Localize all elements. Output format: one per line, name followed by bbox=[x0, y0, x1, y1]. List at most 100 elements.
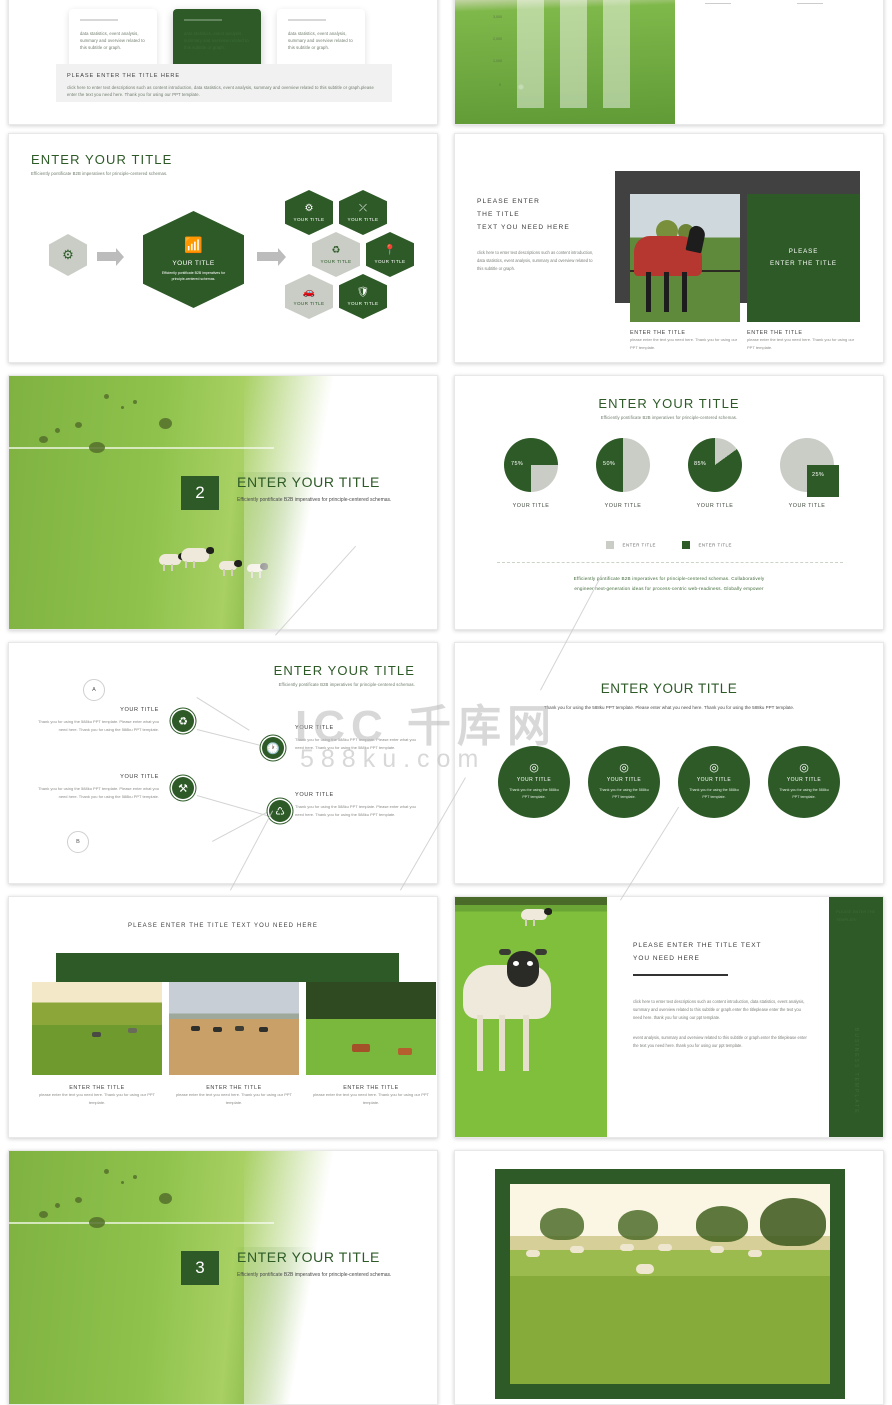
node-hex-4[interactable]: 📍 YOUR TITLE bbox=[366, 232, 414, 277]
pie-chart-25: 25% bbox=[780, 438, 839, 497]
slide-thumbnail-bar-and-donuts[interactable]: 6,000 5,000 4,000 3,000 2,000 1,000 0 4,… bbox=[454, 0, 884, 125]
pie-label: YOUR TITLE bbox=[788, 503, 826, 509]
circle-item-1[interactable]: ◎ YOUR TITLE Thank you for using the 588… bbox=[498, 746, 570, 818]
marker-label: A bbox=[92, 687, 96, 693]
donut-item[interactable]: 标题数本等都可以通过点击和重新输入进行更改 bbox=[687, 0, 749, 5]
marker-a[interactable]: A bbox=[83, 679, 105, 701]
caption-body: please enter the text you need here. Tha… bbox=[39, 1092, 155, 1105]
divider bbox=[705, 3, 731, 5]
page-title: ENTER YOUR TITLE bbox=[273, 663, 415, 678]
section-header: ENTER YOUR TITLE Efficiently pontificate… bbox=[237, 1249, 427, 1280]
slide-thumbnail-framed-photo[interactable] bbox=[454, 1150, 884, 1405]
pie-value: 75% bbox=[511, 461, 524, 467]
circle-item-3[interactable]: ◎ YOUR TITLE Thank you for using the 588… bbox=[678, 746, 750, 818]
wifi-signal-icon: 📶 bbox=[184, 237, 203, 255]
caption-body: please enter the text you need here. Tha… bbox=[747, 337, 855, 350]
page-subtitle: Efficiently pontificate B2B imperatives … bbox=[600, 415, 738, 420]
target-icon: ◎ bbox=[529, 762, 539, 775]
grass-photo: 6,000 5,000 4,000 3,000 2,000 1,000 0 4,… bbox=[455, 0, 675, 124]
slide-thumbnail-hexagon-diagram[interactable]: ENTER YOUR TITLE Efficiently pontificate… bbox=[8, 133, 438, 363]
pie-item-2[interactable]: 50% YOUR TITLE bbox=[592, 438, 654, 509]
pie-item-1[interactable]: 75% YOUR TITLE bbox=[500, 438, 562, 509]
donut-item[interactable]: 标题数本等都可以通过点击和重新输入进行更改 bbox=[779, 0, 841, 5]
marker-b[interactable]: B bbox=[67, 831, 89, 853]
node-title: YOUR TITLE bbox=[295, 792, 334, 798]
card-body: data statistics, event analysis, summary… bbox=[80, 30, 145, 50]
legend-label: ENTER TITLE bbox=[622, 542, 656, 548]
circle-item-4[interactable]: ◎ YOUR TITLE Thank you for using the 588… bbox=[768, 746, 840, 818]
divider bbox=[797, 3, 823, 5]
center-hex[interactable]: 📶 YOUR TITLE Efficiently pontificate B2B… bbox=[143, 211, 244, 308]
node-text-1: YOUR TITLE Thank you for using the 588ku… bbox=[37, 707, 159, 733]
slide-thumbnail-image-gallery[interactable]: PLEASE ENTER THE TITLE TEXT YOU NEED HER… bbox=[8, 896, 438, 1138]
footer-line-2: engineer next-generation ideas for proce… bbox=[574, 585, 764, 591]
page-title: ENTER YOUR TITLE bbox=[600, 681, 738, 696]
node-hex-5[interactable]: 🚗 YOUR TITLE bbox=[285, 274, 333, 319]
green-side-panel: PLEASE ENTER THE TEMPLATE BUSINESS TEMPL… bbox=[829, 897, 883, 1137]
slide-thumbnail-horse-photo[interactable]: PLEASE ENTER THE TITLE TEXT YOU NEED HER… bbox=[454, 133, 884, 363]
node-hex-3[interactable]: ♻ YOUR TITLE bbox=[312, 232, 360, 277]
legend-item-1[interactable]: ENTER TITLE bbox=[606, 536, 656, 554]
sheep-eyes bbox=[513, 961, 519, 966]
circle-body: Thank you for using the 588ku PPT templa… bbox=[509, 788, 559, 799]
slide-thumbnail-section-3[interactable]: 3 ENTER YOUR TITLE Efficiently pontifica… bbox=[8, 1150, 438, 1405]
node-icon-2[interactable]: 🕐 bbox=[262, 737, 284, 759]
node-hex-label: YOUR TITLE bbox=[374, 259, 406, 264]
circle-item-2[interactable]: ◎ YOUR TITLE Thank you for using the 588… bbox=[588, 746, 660, 818]
panel-top-text: PLEASE ENTER THE TEMPLATE bbox=[836, 909, 876, 922]
horse-photo bbox=[630, 194, 740, 322]
node-icon-1[interactable]: ♻ bbox=[172, 710, 194, 732]
node-text-2: YOUR TITLE Thank you for using the 588ku… bbox=[295, 725, 417, 751]
pie-item-4[interactable]: 25% YOUR TITLE bbox=[776, 438, 839, 509]
page-subtitle: Efficiently pontificate B2B imperatives … bbox=[31, 171, 168, 176]
slide-thumbnail-pie-charts[interactable]: ENTER YOUR TITLE Efficiently pontificate… bbox=[454, 375, 884, 630]
slide-thumbnail-four-circles[interactable]: ENTER YOUR TITLE Thank you for using the… bbox=[454, 642, 884, 884]
node-hex-1[interactable]: ⚙ YOUR TITLE bbox=[285, 190, 333, 235]
page-title-line3: TEXT YOU NEED HERE bbox=[477, 223, 570, 231]
node-hex-6[interactable]: 🛡 YOUR TITLE bbox=[339, 274, 387, 319]
circle-body: Thank you for using the 588ku PPT templa… bbox=[599, 788, 649, 799]
slide-thumbnail-node-diagram[interactable]: ENTER YOUR TITLE Efficiently pontificate… bbox=[8, 642, 438, 884]
footer-text: Efficiently pontificate B2B imperatives … bbox=[455, 574, 883, 593]
slide-thumbnail-section-2[interactable]: 2 ENTER YOUR TITLE Efficiently pontifica… bbox=[8, 375, 438, 630]
gallery-image-3[interactable] bbox=[306, 982, 436, 1075]
title-underline bbox=[633, 974, 728, 976]
text-column: PLEASE ENTER THE TITLE TEXT YOU NEED HER… bbox=[477, 196, 595, 273]
node-icon-3[interactable]: ⚒ bbox=[172, 777, 194, 799]
node-body: Thank you for using the 588ku PPT templa… bbox=[38, 719, 159, 732]
slide-header: ENTER YOUR TITLE Efficiently pontificate… bbox=[274, 663, 415, 688]
sheep-ears bbox=[499, 949, 511, 955]
slide-thumbnail-cards[interactable]: data statistics, event analysis, summary… bbox=[8, 0, 438, 125]
circle-title: YOUR TITLE bbox=[786, 777, 822, 784]
node-hex-2[interactable]: ⤫ YOUR TITLE bbox=[339, 190, 387, 235]
slide-thumbnail-sheep-portrait[interactable]: PLEASE ENTER THE TITLE TEXT YOU NEED HER… bbox=[454, 896, 884, 1138]
pie-label: YOUR TITLE bbox=[512, 503, 550, 509]
pie-value: 85% bbox=[694, 461, 707, 467]
gallery-image-2[interactable] bbox=[169, 982, 299, 1075]
circle-row: ◎ YOUR TITLE Thank you for using the 588… bbox=[455, 746, 883, 818]
caption-block: ENTER THE TITLE please enter the text yo… bbox=[306, 1085, 436, 1106]
target-icon: ◎ bbox=[709, 762, 719, 775]
chart-legend: ENTER TITLE ENTER TITLE bbox=[455, 536, 883, 554]
pie-value: 25% bbox=[812, 472, 825, 478]
legend-item-2[interactable]: ENTER TITLE bbox=[682, 536, 732, 554]
gallery-image-1[interactable] bbox=[32, 982, 162, 1075]
section-header: ENTER YOUR TITLE Efficiently pontificate… bbox=[237, 474, 427, 505]
page-title-line2: YOU NEED HERE bbox=[633, 955, 700, 962]
section-number: 2 bbox=[181, 476, 219, 510]
caption-row: ENTER THE TITLE please enter the text yo… bbox=[32, 1085, 436, 1106]
pasture-photo bbox=[510, 1184, 830, 1384]
pie-item-3[interactable]: 85% YOUR TITLE bbox=[684, 438, 746, 509]
green-panel-line2: ENTER THE TITLE bbox=[770, 260, 837, 267]
caption-body: please enter the text you need here. Tha… bbox=[176, 1092, 292, 1105]
card-body: data statistics, event analysis, summary… bbox=[288, 30, 353, 50]
pie-slice-25 bbox=[807, 465, 839, 497]
node-title: YOUR TITLE bbox=[120, 774, 159, 780]
gear-wheels-icon: ⚙ bbox=[304, 203, 314, 214]
start-hex[interactable]: ⚙ bbox=[49, 234, 87, 276]
slide-header: ENTER YOUR TITLE Efficiently pontificate… bbox=[31, 152, 172, 177]
network-share-icon: ⤫ bbox=[359, 203, 367, 214]
page-body: click here to enter text descriptions su… bbox=[477, 249, 594, 271]
donut-row: 标题数本等都可以通过点击和重新输入进行更改 标题数本等都可以通过点击和重新输入进… bbox=[687, 0, 841, 5]
node-hex-label: YOUR TITLE bbox=[347, 301, 379, 306]
